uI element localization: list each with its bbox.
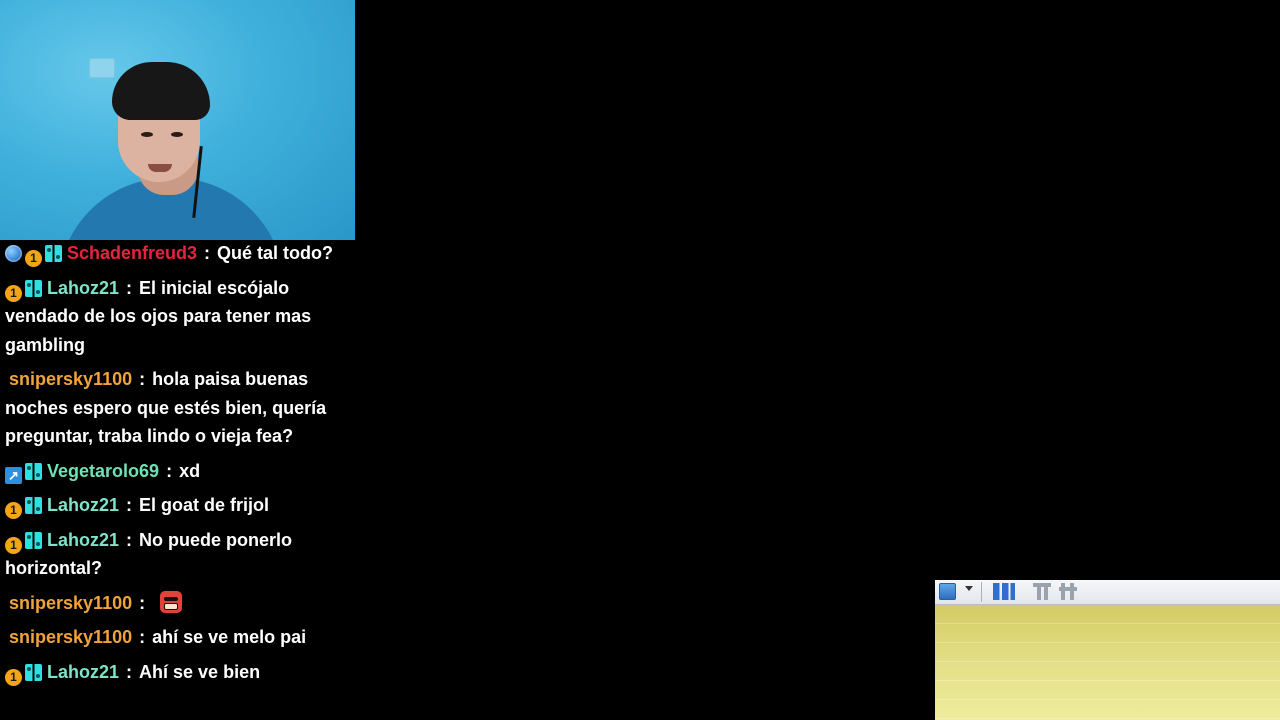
tier-one-badge-icon: 1 [5,668,22,686]
tier-one-badge-icon: 1 [5,536,22,554]
chat-message: snipersky1100 : [5,589,345,618]
switch-badge-icon [25,531,42,549]
chat-message: 1 Lahoz21 : No puede ponerlo horizontal? [5,526,345,583]
chat-text: Qué tal todo? [217,243,334,263]
content-row [935,624,1280,643]
chat-message: 1 Schadenfreud3 : Qué tal todo? [5,240,345,268]
columns-icon[interactable] [993,583,1015,600]
chat-username[interactable]: Lahoz21 [47,662,119,682]
switch-badge-icon [25,497,42,514]
chat-separator: : [121,277,138,298]
chat-text: El goat de frijol [139,495,270,515]
chat-separator: : [134,627,151,647]
chat-separator: : [134,592,151,613]
wall-outlet [89,58,115,78]
chat-message: snipersky1100 : ahí se ve melo pai [5,623,345,652]
merge-cells-icon[interactable] [1033,583,1051,600]
chat-text: xd [179,460,201,481]
yellow-content-area[interactable] [935,605,1280,720]
tier-one-badge-icon: 1 [5,284,22,302]
switch-badge-icon [25,279,42,297]
content-row [935,700,1280,719]
chat-separator: : [199,243,216,263]
switch-badge-icon [25,663,42,681]
window-toolbar [935,580,1280,605]
stream-overlay: 1 Schadenfreud3 : Qué tal todo? 1 Lahoz21 … [0,0,1280,720]
chat-message: 1 Lahoz21 : Ahí se ve bien [5,658,345,687]
chat-message: 1 Lahoz21 : El inicial escójalo vendado d… [5,274,345,360]
chat-feed: 1 Schadenfreud3 : Qué tal todo? 1 Lahoz21 … [0,240,345,720]
chat-username[interactable]: Lahoz21 [47,278,119,298]
globe-badge-icon [5,245,22,262]
chat-username[interactable]: Vegetarolo69 [47,461,159,481]
chat-username[interactable]: snipersky1100 [9,369,132,389]
window-icon[interactable] [939,583,956,600]
chat-text: ahí se ve melo pai [152,627,307,647]
content-row [935,681,1280,700]
chat-separator: : [161,460,178,481]
switch-badge-icon [45,245,62,262]
chat-message: ↗ Vegetarolo69 : xd [5,457,345,486]
chat-separator: : [134,369,151,389]
chat-separator: : [121,529,138,550]
toolbar-divider [981,582,982,602]
chat-message: 1 Lahoz21 : El goat de frijol [5,491,345,520]
chevron-down-icon[interactable] [965,586,973,591]
chat-username[interactable]: Lahoz21 [47,495,119,515]
tier-one-badge-icon: 1 [5,502,22,519]
angry-face-emote-icon [160,590,183,613]
tier-one-badge-icon: 1 [25,250,42,267]
streamer-hair [112,62,210,120]
content-row [935,662,1280,681]
streamer-eye-right [171,132,183,137]
chat-username[interactable]: snipersky1100 [9,593,132,613]
switch-badge-icon [25,462,42,480]
chat-username[interactable]: Schadenfreud3 [67,243,197,263]
chat-text: Ahí se ve bien [139,661,261,682]
chat-separator: : [121,661,138,682]
chat-separator: : [121,495,138,515]
webcam-feed [0,0,355,240]
streamer-eye-left [141,132,153,137]
split-cells-icon[interactable] [1059,583,1077,600]
spreadsheet-window-fragment [935,580,1280,720]
chat-message: snipersky1100 : hola paisa buenas noches… [5,365,345,451]
content-row [935,643,1280,662]
chat-username[interactable]: snipersky1100 [9,627,132,647]
chat-username[interactable]: Lahoz21 [47,530,119,550]
content-row [935,605,1280,624]
arrow-badge-icon: ↗ [5,466,22,484]
